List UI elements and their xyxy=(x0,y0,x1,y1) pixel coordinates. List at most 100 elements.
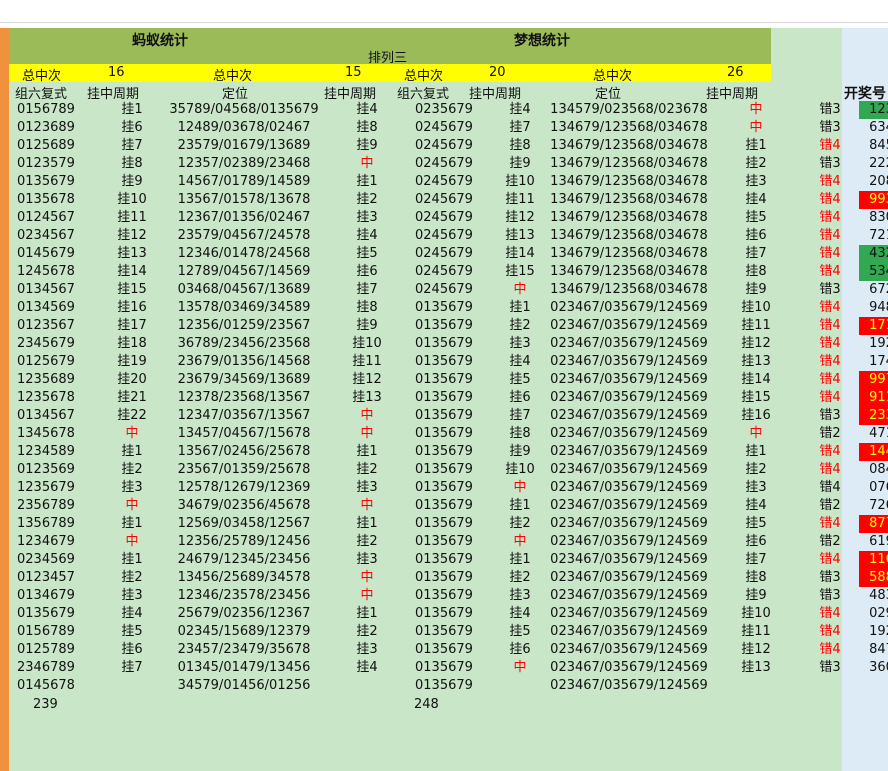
group6-combo-cell: 0135679 xyxy=(415,660,473,675)
cycle-cell: 挂8 xyxy=(509,138,531,153)
cycle-cell: 挂12 xyxy=(741,642,771,657)
draw-number-cell: 123 xyxy=(859,101,888,119)
cycle-cell: 挂2 xyxy=(121,570,143,585)
cycle-cell: 挂1 xyxy=(356,444,378,459)
draw-number-cell: 726 xyxy=(869,498,888,513)
draw-number-cell: 997 xyxy=(859,371,888,389)
cycle-cell: 挂16 xyxy=(117,300,147,315)
table-row: 0125789 挂6 23457/23479/35678 挂3 0135679 挂6 023… xyxy=(9,641,888,659)
cycle-cell: 挂1 xyxy=(121,444,143,459)
cycle-cell: 中 xyxy=(513,282,527,297)
draw-number-cell: 830 xyxy=(869,210,888,225)
draw-number-cell: 672 xyxy=(869,282,888,297)
position-cell: 134679/123568/034678 xyxy=(550,138,708,153)
cycle-cell: 挂15 xyxy=(117,282,147,297)
group6-combo-cell: 0135679 xyxy=(415,372,473,387)
draw-number-cell: 588 xyxy=(859,569,888,587)
cycle-cell: 挂3 xyxy=(356,210,378,225)
cycle-cell: 挂14 xyxy=(505,246,535,261)
cycle-cell: 挂1 xyxy=(745,138,767,153)
cycle-cell: 挂8 xyxy=(356,120,378,135)
group6-combo-cell: 0123567 xyxy=(17,318,75,333)
group6-combo-cell: 0123689 xyxy=(17,120,75,135)
miss-count-cell: 错4 xyxy=(819,642,841,657)
position-cell: 134679/123568/034678 xyxy=(550,210,708,225)
cycle-cell: 挂9 xyxy=(745,282,767,297)
draw-number-cell: 171 xyxy=(859,317,888,335)
draw-number-cell: 192 xyxy=(869,336,888,351)
cycle-cell: 挂1 xyxy=(509,498,531,513)
draw-number-cell: 192 xyxy=(869,624,888,639)
cycle-cell: 挂5 xyxy=(356,246,378,261)
position-cell: 25679/02356/12367 xyxy=(177,606,311,621)
cycle-cell: 挂10 xyxy=(741,300,771,315)
table-row: 0234567 挂12 23579/04567/24578 挂4 0245679 挂13 1… xyxy=(9,227,888,245)
cycle-cell: 挂10 xyxy=(352,336,382,351)
table-row: 1234589 挂1 13567/02456/25678 挂1 0135679 挂9 023… xyxy=(9,443,888,461)
group6-combo-cell: 0135679 xyxy=(415,624,473,639)
col-header-3: 定位 xyxy=(222,87,249,102)
table-row: 0123567 挂17 12356/01259/23567 挂9 0135679 挂2 02… xyxy=(9,317,888,335)
cycle-cell xyxy=(711,677,801,695)
cycle-cell: 挂15 xyxy=(741,390,771,405)
title-left: 蚂蚁统计 xyxy=(132,33,188,49)
position-cell: 03468/04567/13689 xyxy=(177,282,311,297)
position-cell: 134679/123568/034678 xyxy=(550,192,708,207)
position-cell: 023467/035679/124569 xyxy=(550,300,708,315)
cycle-cell: 挂4 xyxy=(509,354,531,369)
group6-combo-cell: 0134567 xyxy=(17,408,75,423)
cycle-cell: 挂4 xyxy=(745,498,767,513)
position-cell: 023467/035679/124569 xyxy=(550,570,708,585)
cycle-cell: 挂13 xyxy=(741,660,771,675)
group6-combo-cell: 0123457 xyxy=(17,570,75,585)
cycle-cell: 挂4 xyxy=(745,192,767,207)
miss-count-cell: 错3 xyxy=(819,588,841,603)
position-cell: 023467/035679/124569 xyxy=(550,480,708,495)
position-cell: 12356/25789/12456 xyxy=(177,534,311,549)
cycle-cell: 挂6 xyxy=(745,534,767,549)
group6-combo-cell: 0234569 xyxy=(17,552,75,567)
cycle-cell: 中 xyxy=(125,534,139,549)
position-cell: 12346/01478/24568 xyxy=(177,246,311,261)
summary-label-4: 总中次 xyxy=(593,69,633,84)
group6-combo-cell: 0135679 xyxy=(17,174,75,189)
draw-number-cell: 029 xyxy=(869,606,888,621)
col-header-1: 组六复式 xyxy=(15,87,68,102)
table-row: 0134569 挂16 13578/03469/34589 挂8 0135679 挂1 02… xyxy=(9,299,888,317)
position-cell: 23567/01359/25678 xyxy=(177,462,311,477)
table-row: 1234679 中 12356/25789/12456 挂2 0135679 中 02346… xyxy=(9,533,888,551)
position-cell: 12378/23568/13567 xyxy=(177,390,311,405)
position-cell: 34579/01456/01256 xyxy=(177,678,311,693)
position-cell: 12578/12679/12369 xyxy=(177,480,311,495)
cycle-cell: 中 xyxy=(360,156,374,171)
group6-combo-cell: 0134567 xyxy=(17,282,75,297)
group6-combo-cell: 0245679 xyxy=(415,156,473,171)
title-right: 梦想统计 xyxy=(514,33,570,49)
position-cell: 134679/123568/034678 xyxy=(550,246,708,261)
draw-number-cell: 208 xyxy=(869,174,888,189)
cycle-cell: 挂12 xyxy=(741,336,771,351)
position-cell: 023467/035679/124569 xyxy=(550,498,708,513)
table-row: 0134567 挂22 12347/03567/13567 中 0135679 挂7 023… xyxy=(9,407,888,425)
table-row: 0124567 挂11 12367/01356/02467 挂3 0245679 挂12 1… xyxy=(9,209,888,227)
group6-combo-cell: 1234679 xyxy=(17,534,75,549)
cycle-cell: 中 xyxy=(749,426,763,441)
table-row: 0135678 挂10 13567/01578/13678 挂2 0245679 挂11 1… xyxy=(9,191,888,209)
position-cell: 13567/01578/13678 xyxy=(177,192,311,207)
table-row: 2356789 中 34679/02356/45678 中 0135679 挂1 02346… xyxy=(9,497,888,515)
cycle-cell: 挂7 xyxy=(121,138,143,153)
cycle-cell: 挂8 xyxy=(745,264,767,279)
group6-combo-cell: 0135679 xyxy=(415,642,473,657)
statistics-table: 0156789 挂1 35789/04568/0135679 挂4 0235679 挂4 1… xyxy=(9,101,888,695)
cycle-cell: 挂3 xyxy=(745,480,767,495)
position-cell: 023467/035679/124569 xyxy=(550,588,708,603)
group6-combo-cell: 0135679 xyxy=(415,318,473,333)
cycle-cell: 中 xyxy=(513,534,527,549)
draw-number-cell: 144 xyxy=(859,443,888,461)
miss-count-cell: 错4 xyxy=(819,462,841,477)
cycle-cell: 挂8 xyxy=(356,300,378,315)
position-cell: 12347/03567/13567 xyxy=(177,408,311,423)
cycle-cell: 挂19 xyxy=(117,354,147,369)
group6-combo-cell: 0235679 xyxy=(415,102,473,117)
col-header-4: 挂中周期 xyxy=(324,87,377,102)
